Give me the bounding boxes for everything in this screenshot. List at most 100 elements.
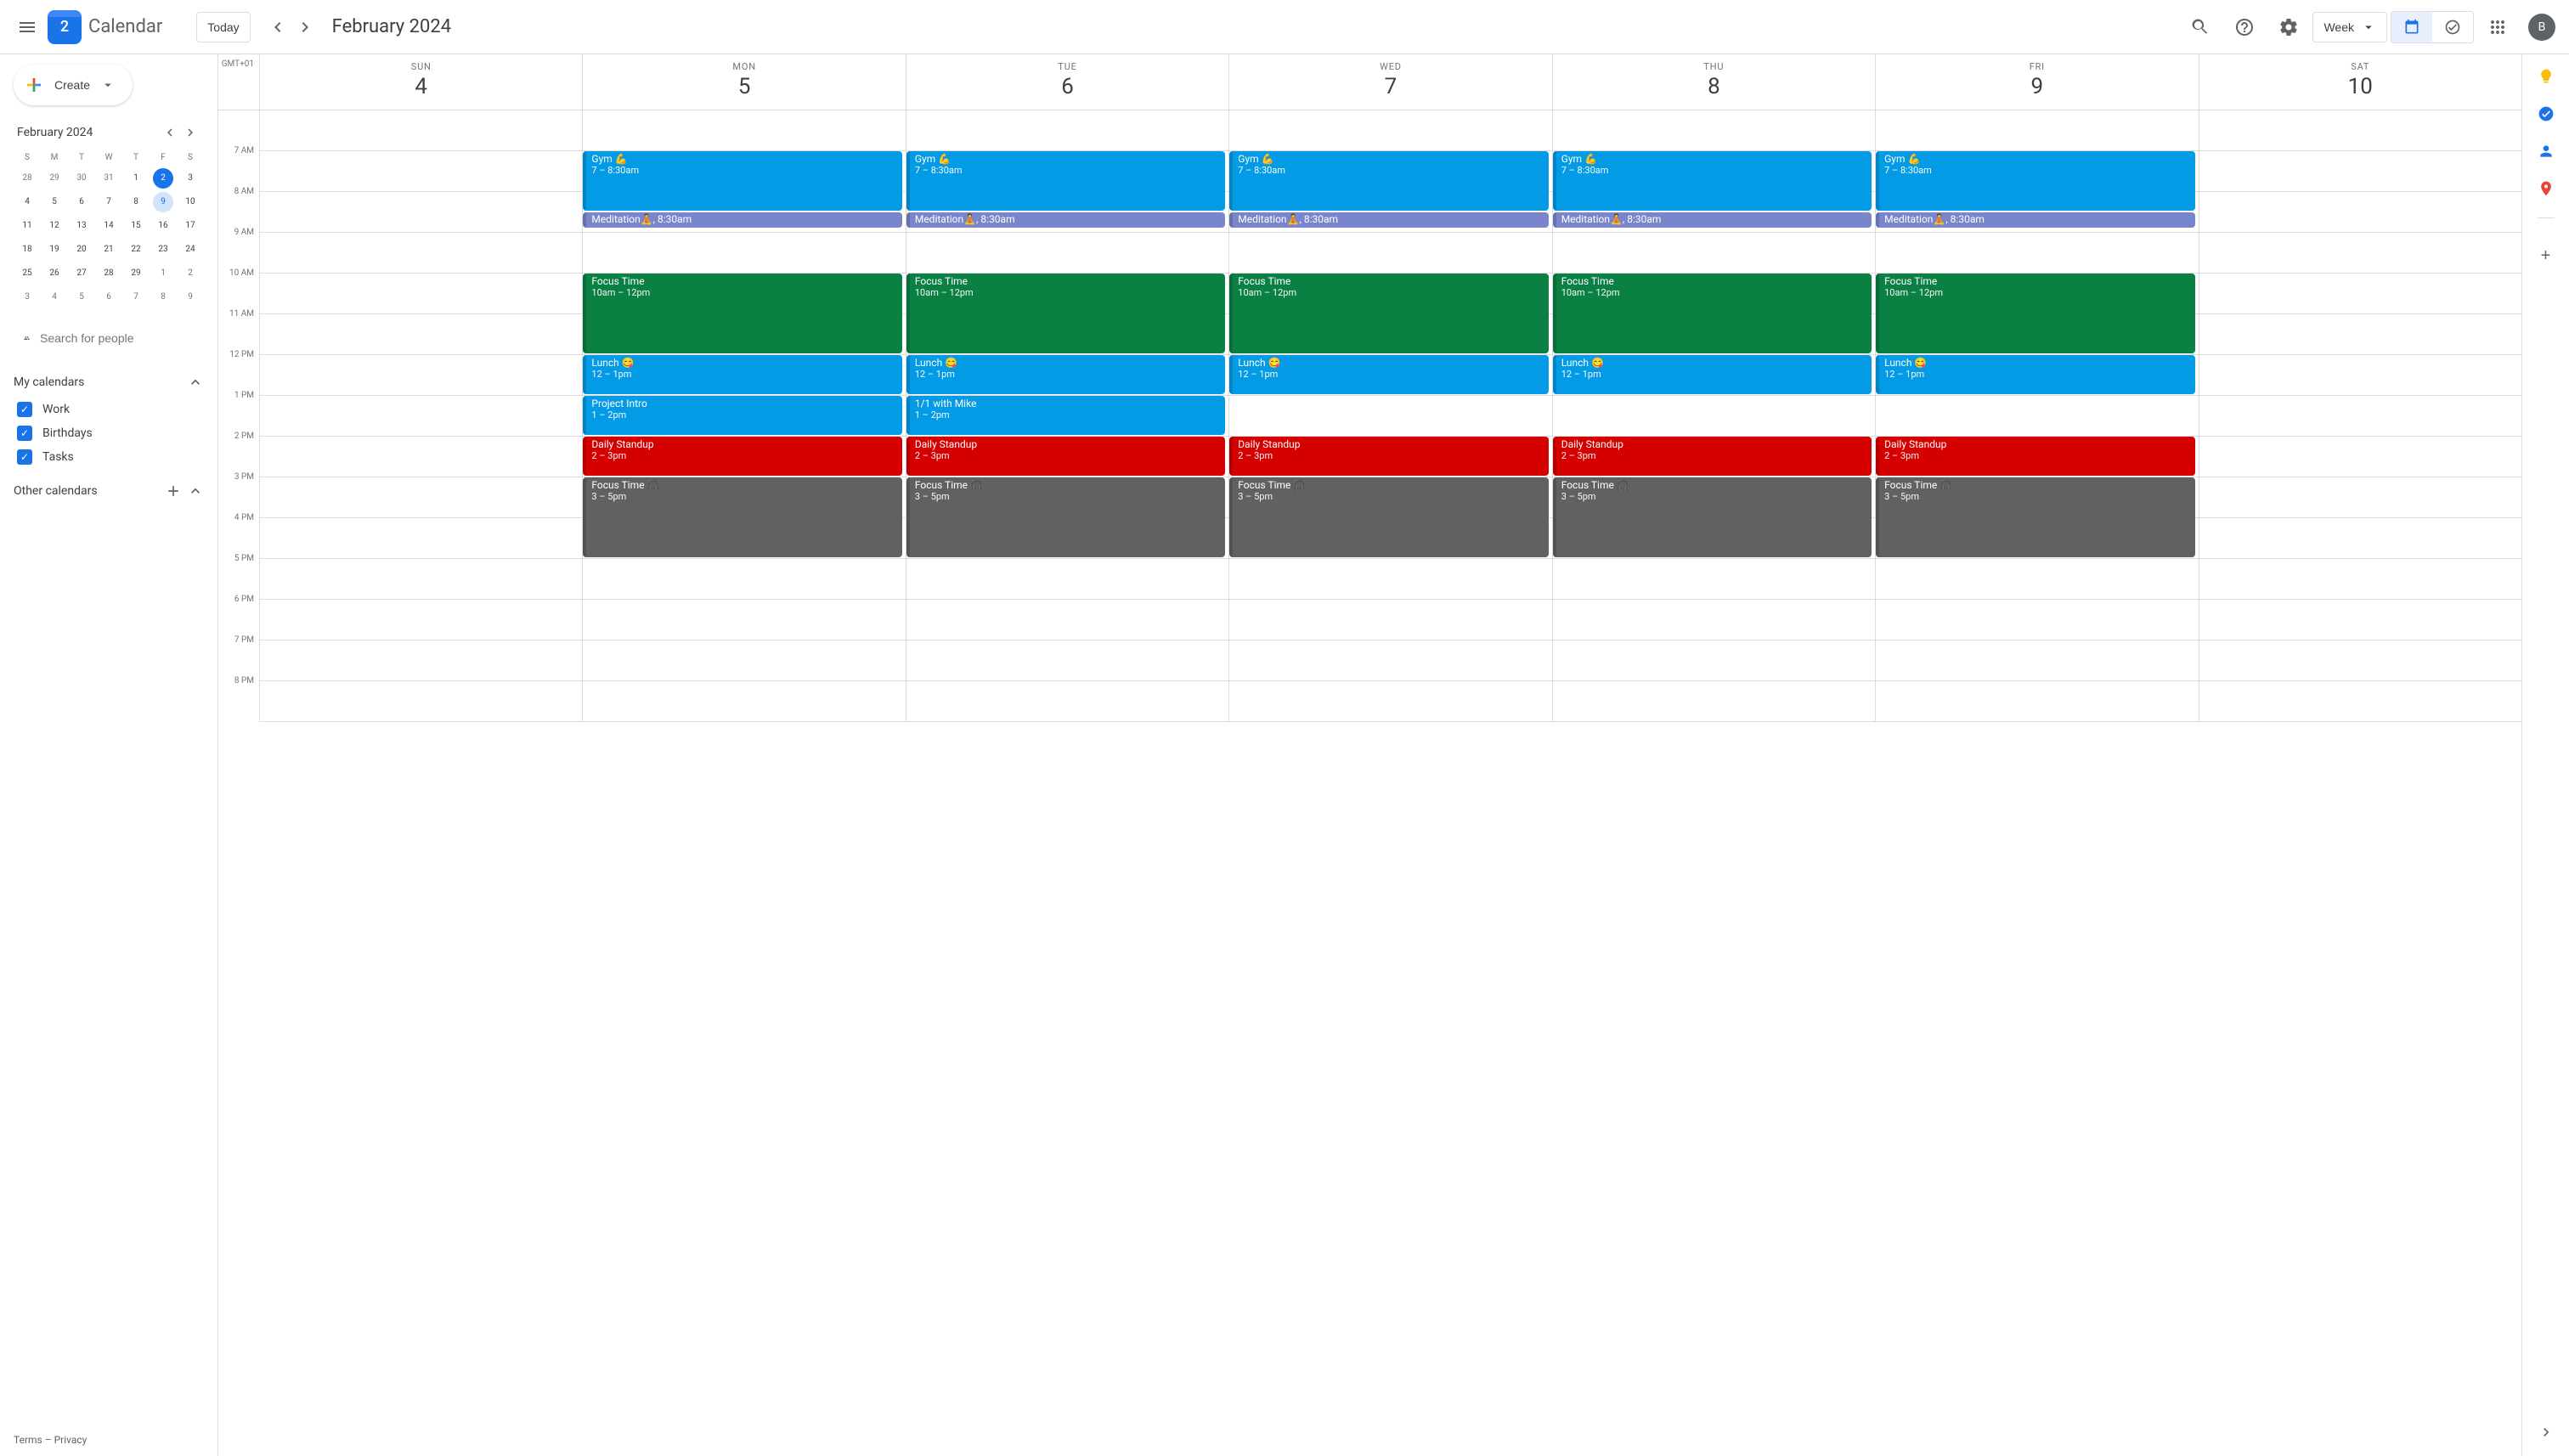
mini-day-cell[interactable]: 9 xyxy=(153,192,173,212)
google-apps-button[interactable] xyxy=(2477,7,2518,48)
mini-day-cell[interactable]: 1 xyxy=(126,168,146,189)
mini-day-cell[interactable]: 4 xyxy=(44,287,65,308)
day-header[interactable]: SAT10 xyxy=(2199,54,2521,110)
get-addons-button[interactable]: + xyxy=(2529,239,2563,273)
mini-day-cell[interactable]: 4 xyxy=(17,192,37,212)
privacy-link[interactable]: Privacy xyxy=(54,1434,88,1446)
view-switcher[interactable]: Week xyxy=(2312,12,2387,42)
today-button[interactable]: Today xyxy=(196,12,250,42)
mini-day-cell[interactable]: 8 xyxy=(153,287,173,308)
mini-day-cell[interactable]: 13 xyxy=(71,216,92,236)
calendar-event[interactable]: Meditation🧘, 8:30am xyxy=(1553,212,1872,228)
mini-day-cell[interactable]: 3 xyxy=(17,287,37,308)
mini-day-cell[interactable]: 29 xyxy=(126,263,146,284)
mini-day-cell[interactable]: 24 xyxy=(180,240,200,260)
mini-day-cell[interactable]: 31 xyxy=(99,168,119,189)
day-column[interactable] xyxy=(259,110,582,722)
add-other-calendar-button[interactable] xyxy=(163,481,184,501)
mini-day-cell[interactable]: 7 xyxy=(99,192,119,212)
calendar-event[interactable]: Focus Time10am – 12pm xyxy=(906,274,1225,353)
day-header[interactable]: FRI9 xyxy=(1875,54,2198,110)
calendar-event[interactable]: Focus Time10am – 12pm xyxy=(583,274,901,353)
calendar-event[interactable]: Meditation🧘, 8:30am xyxy=(1229,212,1548,228)
mini-day-cell[interactable]: 3 xyxy=(180,168,200,189)
hide-side-panel-button[interactable] xyxy=(2529,1415,2563,1449)
calendar-event[interactable]: Daily Standup2 – 3pm xyxy=(1876,437,2194,476)
mini-day-cell[interactable]: 11 xyxy=(17,216,37,236)
calendar-event[interactable]: Daily Standup2 – 3pm xyxy=(1229,437,1548,476)
other-calendars-toggle[interactable]: Other calendars xyxy=(14,476,204,506)
mini-day-cell[interactable]: 28 xyxy=(99,263,119,284)
people-search-input[interactable] xyxy=(40,331,194,345)
settings-button[interactable] xyxy=(2268,7,2309,48)
maps-icon[interactable] xyxy=(2538,180,2555,197)
mini-day-cell[interactable]: 20 xyxy=(71,240,92,260)
day-column[interactable]: Gym 💪7 – 8:30amMeditation🧘, 8:30amFocus … xyxy=(1228,110,1551,722)
mini-day-cell[interactable]: 9 xyxy=(180,287,200,308)
mini-day-cell[interactable]: 26 xyxy=(44,263,65,284)
mini-day-cell[interactable]: 5 xyxy=(44,192,65,212)
calendar-list-item[interactable]: Tasks xyxy=(14,445,204,469)
day-header[interactable]: SUN4 xyxy=(259,54,582,110)
terms-link[interactable]: Terms xyxy=(14,1434,42,1446)
mini-day-cell[interactable]: 6 xyxy=(99,287,119,308)
day-header[interactable]: TUE6 xyxy=(906,54,1228,110)
mini-day-cell[interactable]: 6 xyxy=(71,192,92,212)
calendar-event[interactable]: 1/1 with Mike1 – 2pm xyxy=(906,396,1225,435)
mini-day-cell[interactable]: 15 xyxy=(126,216,146,236)
calendar-event[interactable]: Focus Time10am – 12pm xyxy=(1229,274,1548,353)
mini-cal-prev-button[interactable] xyxy=(160,122,180,143)
day-column[interactable]: Gym 💪7 – 8:30amMeditation🧘, 8:30amFocus … xyxy=(1552,110,1875,722)
day-column[interactable]: Gym 💪7 – 8:30amMeditation🧘, 8:30amFocus … xyxy=(1875,110,2198,722)
calendar-event[interactable]: Focus Time10am – 12pm xyxy=(1553,274,1872,353)
calendar-event[interactable]: Focus Time 🎧3 – 5pm xyxy=(1229,477,1548,557)
mini-day-cell[interactable]: 1 xyxy=(153,263,173,284)
tasks-icon[interactable] xyxy=(2538,105,2555,122)
calendar-event[interactable]: Focus Time 🎧3 – 5pm xyxy=(1876,477,2194,557)
calendar-event[interactable]: Gym 💪7 – 8:30am xyxy=(583,151,901,211)
mini-day-cell[interactable]: 21 xyxy=(99,240,119,260)
calendar-event[interactable]: Lunch 😋12 – 1pm xyxy=(906,355,1225,394)
day-column[interactable] xyxy=(2199,110,2521,722)
mini-day-cell[interactable]: 19 xyxy=(44,240,65,260)
day-header[interactable]: MON5 xyxy=(582,54,905,110)
calendar-checkbox[interactable] xyxy=(17,402,32,417)
prev-week-button[interactable] xyxy=(264,14,291,41)
calendar-event[interactable]: Lunch 😋12 – 1pm xyxy=(583,355,901,394)
contacts-icon[interactable] xyxy=(2538,143,2555,160)
calendar-event[interactable]: Project Intro1 – 2pm xyxy=(583,396,901,435)
mini-day-cell[interactable]: 8 xyxy=(126,192,146,212)
support-button[interactable] xyxy=(2224,7,2265,48)
day-header[interactable]: THU8 xyxy=(1552,54,1875,110)
mini-day-cell[interactable]: 30 xyxy=(71,168,92,189)
mini-day-cell[interactable]: 18 xyxy=(17,240,37,260)
keep-icon[interactable] xyxy=(2538,68,2555,85)
mini-day-cell[interactable]: 28 xyxy=(17,168,37,189)
calendar-event[interactable]: Meditation🧘, 8:30am xyxy=(906,212,1225,228)
search-button[interactable] xyxy=(2180,7,2221,48)
calendar-event[interactable]: Focus Time10am – 12pm xyxy=(1876,274,2194,353)
day-column[interactable]: Gym 💪7 – 8:30amMeditation🧘, 8:30am Focus … xyxy=(906,110,1228,722)
calendar-event[interactable]: Lunch 😋12 – 1pm xyxy=(1876,355,2194,394)
mini-day-cell[interactable]: 2 xyxy=(180,263,200,284)
next-week-button[interactable] xyxy=(291,14,319,41)
calendar-event[interactable]: Focus Time 🎧3 – 5pm xyxy=(1553,477,1872,557)
calendar-event[interactable]: Lunch 😋12 – 1pm xyxy=(1553,355,1872,394)
calendar-event[interactable]: Gym 💪7 – 8:30am xyxy=(906,151,1225,211)
calendar-mode-button[interactable] xyxy=(2391,12,2432,42)
tasks-mode-button[interactable] xyxy=(2432,12,2473,42)
mini-day-cell[interactable]: 29 xyxy=(44,168,65,189)
mini-day-cell[interactable]: 14 xyxy=(99,216,119,236)
calendar-event[interactable]: Daily Standup2 – 3pm xyxy=(1553,437,1872,476)
calendar-checkbox[interactable] xyxy=(17,449,32,465)
calendar-event[interactable]: Lunch 😋12 – 1pm xyxy=(1229,355,1548,394)
my-calendars-toggle[interactable]: My calendars xyxy=(14,367,204,398)
mini-day-cell[interactable]: 27 xyxy=(71,263,92,284)
calendar-event[interactable]: Gym 💪7 – 8:30am xyxy=(1876,151,2194,211)
calendar-event[interactable]: Focus Time 🎧3 – 5pm xyxy=(906,477,1225,557)
calendar-list-item[interactable]: Work xyxy=(14,398,204,421)
people-search[interactable] xyxy=(14,323,204,353)
calendar-event[interactable]: Focus Time 🎧3 – 5pm xyxy=(583,477,901,557)
mini-day-cell[interactable]: 2 xyxy=(153,168,173,189)
day-column[interactable]: Gym 💪7 – 8:30amMeditation🧘, 8:30amFocus … xyxy=(582,110,905,722)
